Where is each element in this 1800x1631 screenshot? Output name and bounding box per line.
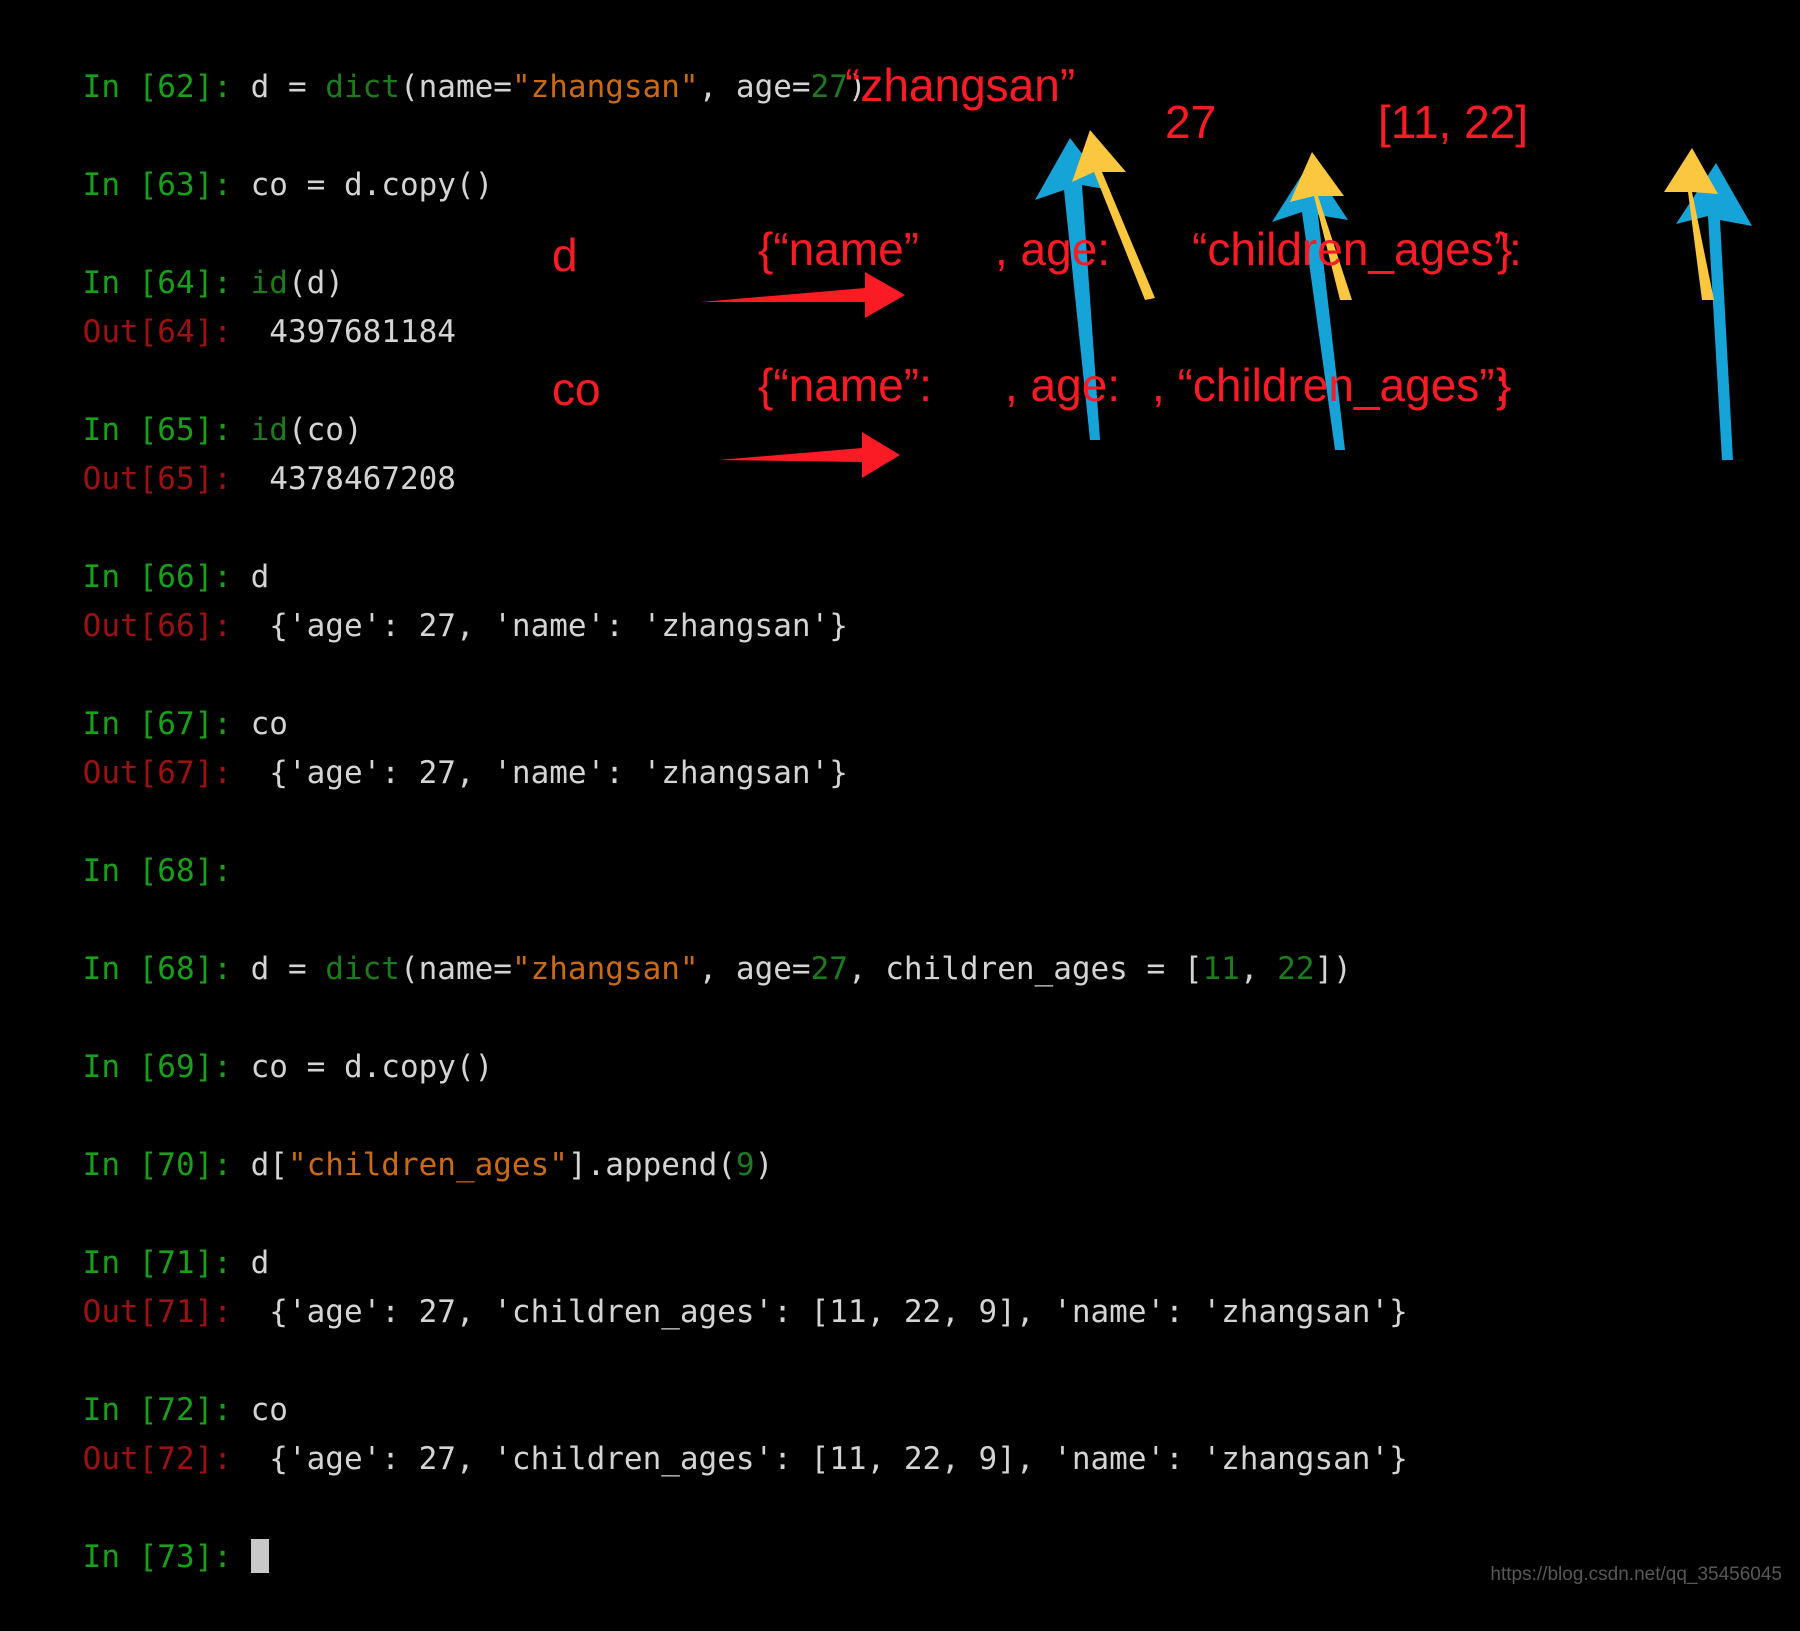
out-value-71: {'age': 27, 'children_ages': [11, 22, 9]… bbox=[269, 1294, 1407, 1330]
in-prompt-68-empty: In [68]: bbox=[83, 853, 232, 889]
terminal-line-in-68: In [68]: d = dict(name="zhangsan", age=2… bbox=[8, 896, 1800, 945]
annotation-label-27: 27 bbox=[1165, 95, 1216, 149]
terminal-line-in-73[interactable]: In [73]: bbox=[8, 1484, 1800, 1533]
terminal-line-in-66: In [66]: d bbox=[8, 504, 1800, 553]
code-66: d bbox=[251, 559, 270, 595]
terminal-line-in-63: In [63]: co = d.copy() bbox=[8, 112, 1800, 161]
annotation-dict-co-age: , age: bbox=[1005, 358, 1120, 412]
annotation-dict-d-age: , age: bbox=[995, 222, 1110, 276]
out-prompt-64: Out[64]: bbox=[83, 314, 232, 350]
annotation-dict-co-children: , “children_ages”: bbox=[1152, 358, 1507, 412]
in-prompt-73: In [73]: bbox=[83, 1539, 232, 1575]
out-prompt-66: Out[66]: bbox=[83, 608, 232, 644]
terminal-line-in-62: In [62]: d = dict(name="zhangsan", age=2… bbox=[8, 14, 1800, 63]
out-value-72: {'age': 27, 'children_ages': [11, 22, 9]… bbox=[269, 1441, 1407, 1477]
terminal-line-in-68-empty: In [68]: bbox=[8, 798, 1800, 847]
annotation-var-co: co bbox=[552, 362, 601, 416]
in-prompt-72: In [72]: bbox=[83, 1392, 232, 1428]
annotation-dict-co-close: } bbox=[1496, 358, 1511, 412]
in-prompt-70: In [70]: bbox=[83, 1147, 232, 1183]
annotation-dict-co-name: {“name”: bbox=[758, 358, 932, 412]
terminal-line-in-67: In [67]: co bbox=[8, 651, 1800, 700]
out-prompt-67: Out[67]: bbox=[83, 755, 232, 791]
code-67: co bbox=[251, 706, 288, 742]
in-prompt-68: In [68]: bbox=[83, 951, 232, 987]
annotation-dict-d-children: “children_ages”: bbox=[1192, 222, 1522, 276]
in-prompt-66: In [66]: bbox=[83, 559, 232, 595]
annotation-dict-d-name: {“name” bbox=[758, 222, 919, 276]
out-prompt-65: Out[65]: bbox=[83, 461, 232, 497]
terminal-line-in-72: In [72]: co bbox=[8, 1337, 1800, 1386]
annotation-label-list: [11, 22] bbox=[1378, 95, 1528, 149]
annotation-label-zhangsan: “zhangsan” bbox=[845, 58, 1075, 112]
in-prompt-63: In [63]: bbox=[83, 167, 232, 203]
annotation-var-d: d bbox=[552, 228, 578, 282]
in-prompt-62: In [62]: bbox=[83, 69, 232, 105]
out-value-67: {'age': 27, 'name': 'zhangsan'} bbox=[269, 755, 848, 791]
spacer bbox=[8, 847, 1800, 896]
in-prompt-64: In [64]: bbox=[83, 265, 232, 301]
terminal-line-in-70: In [70]: d["children_ages"].append(9) bbox=[8, 1092, 1800, 1141]
annotation-dict-d-close: } bbox=[1497, 222, 1512, 276]
in-prompt-65: In [65]: bbox=[83, 412, 232, 448]
watermark: https://blog.csdn.net/qq_35456045 bbox=[1490, 1564, 1782, 1586]
out-value-65: 4378467208 bbox=[269, 461, 456, 497]
terminal-line-out-66: Out[66]: {'age': 27, 'name': 'zhangsan'} bbox=[8, 553, 1800, 602]
out-value-64: 4397681184 bbox=[269, 314, 456, 350]
code-71: d bbox=[251, 1245, 270, 1281]
out-prompt-72: Out[72]: bbox=[83, 1441, 232, 1477]
terminal-line-in-71: In [71]: d bbox=[8, 1190, 1800, 1239]
in-prompt-71: In [71]: bbox=[83, 1245, 232, 1281]
text-cursor bbox=[251, 1539, 269, 1573]
terminal-line-in-69: In [69]: co = d.copy() bbox=[8, 994, 1800, 1043]
out-value-66: {'age': 27, 'name': 'zhangsan'} bbox=[269, 608, 848, 644]
out-prompt-71: Out[71]: bbox=[83, 1294, 232, 1330]
terminal-line-out-71: Out[71]: {'age': 27, 'children_ages': [1… bbox=[8, 1239, 1800, 1288]
code-72: co bbox=[251, 1392, 288, 1428]
in-prompt-69: In [69]: bbox=[83, 1049, 232, 1085]
in-prompt-67: In [67]: bbox=[83, 706, 232, 742]
